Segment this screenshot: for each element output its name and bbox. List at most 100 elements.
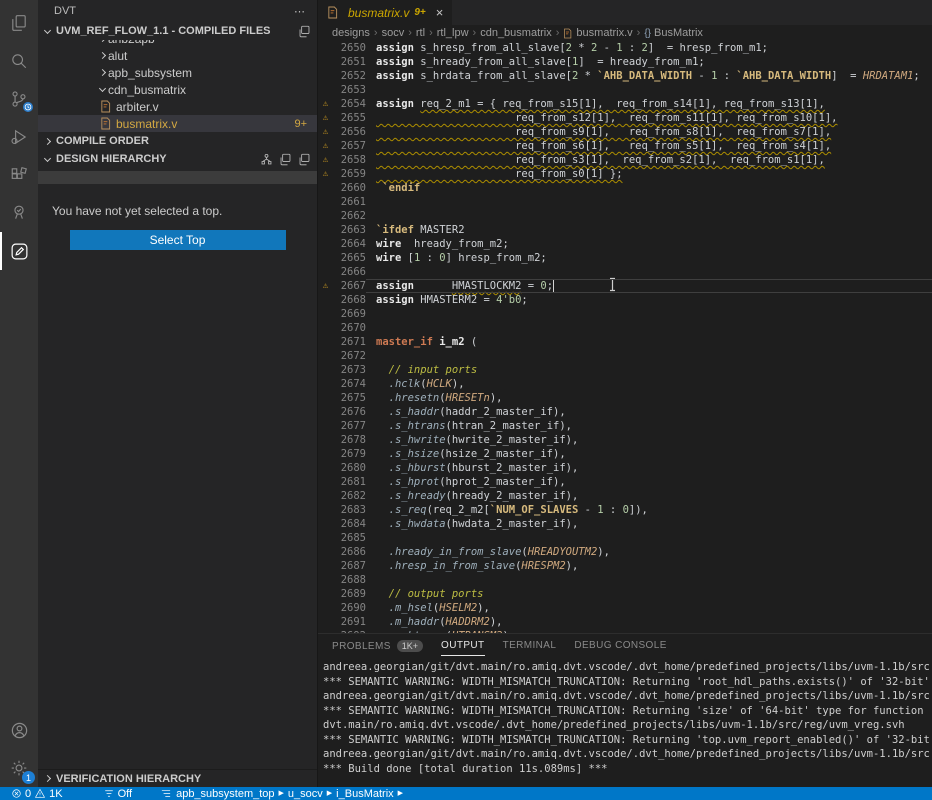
code-line-2681[interactable]: 2681 .s_hprot(hprot_2_master_if),: [318, 475, 932, 489]
code-line-2667[interactable]: ⚠2667assign HMASTLOCKM2 = 0;: [318, 279, 932, 293]
tree-item-apb_subsystem[interactable]: apb_subsystem: [38, 64, 317, 81]
dvt-edit-icon[interactable]: [0, 232, 38, 270]
breadcrumb-item-rtl[interactable]: rtl: [416, 27, 425, 39]
code-line-2670[interactable]: 2670: [318, 321, 932, 335]
filter-status[interactable]: Off: [97, 787, 138, 800]
breadcrumb-item-socv[interactable]: socv: [382, 27, 405, 39]
line-number: 2685: [333, 531, 366, 545]
copy-icon[interactable]: [279, 153, 292, 166]
code-line-2687[interactable]: 2687 .hresp_in_from_slave(HRESPM2),: [318, 559, 932, 573]
code-line-2659[interactable]: ⚠2659 req_from_s0[1] };: [318, 167, 932, 181]
hierarchy-path-item[interactable]: u_socv: [288, 788, 323, 800]
breadcrumb-label: rtl: [416, 27, 425, 39]
source-control-icon[interactable]: [0, 80, 38, 118]
panel-tabs: PROBLEMS1K+ OUTPUT TERMINAL DEBUG CONSOLE: [318, 634, 932, 659]
select-top-button[interactable]: Select Top: [70, 230, 286, 250]
line-number: 2673: [333, 363, 366, 377]
panel-tab-problems[interactable]: PROBLEMS1K+: [332, 640, 423, 656]
code-line-2679[interactable]: 2679 .s_hsize(hsize_2_master_if),: [318, 447, 932, 461]
code-line-2651[interactable]: 2651assign s_hready_from_all_slave[1] = …: [318, 55, 932, 69]
code-line-2683[interactable]: 2683 .s_req(req_2_m2[`NUM_OF_SLAVES - 1 …: [318, 503, 932, 517]
code-line-2692[interactable]: 2692 .m_htrans(HTRANSM2): [318, 629, 932, 633]
hierarchy-filter-input[interactable]: [38, 171, 317, 184]
code-line-2689[interactable]: 2689 // output ports: [318, 587, 932, 601]
code-line-2663[interactable]: 2663`ifdef MASTER2: [318, 223, 932, 237]
code-text: .s_hprot(hprot_2_master_if),: [366, 475, 932, 489]
settings-gear-icon[interactable]: 1: [0, 749, 38, 787]
breadcrumb-item-rtl_lpw[interactable]: rtl_lpw: [437, 27, 469, 39]
code-line-2685[interactable]: 2685: [318, 531, 932, 545]
gutter-spacer: [318, 391, 333, 405]
line-number: 2690: [333, 601, 366, 615]
code-line-2653[interactable]: 2653: [318, 83, 932, 97]
tree-item-alut[interactable]: alut: [38, 47, 317, 64]
code-line-2690[interactable]: 2690 .m_hsel(HSELM2),: [318, 601, 932, 615]
breadcrumb-item-designs[interactable]: designs: [332, 27, 370, 39]
code-line-2657[interactable]: ⚠2657 req_from_s6[1], req_from_s5[1], re…: [318, 139, 932, 153]
code-line-2664[interactable]: 2664wire hready_from_m2;: [318, 237, 932, 251]
breadcrumb-item-busmatrix-v[interactable]: busmatrix.v: [563, 27, 632, 39]
code-line-2675[interactable]: 2675 .hresetn(HRESETn),: [318, 391, 932, 405]
panel-tab-debug-console[interactable]: DEBUG CONSOLE: [574, 640, 666, 655]
extensions-icon[interactable]: [0, 156, 38, 194]
code-line-2658[interactable]: ⚠2658 req_from_s3[1], req_from_s2[1], re…: [318, 153, 932, 167]
code-line-2660[interactable]: 2660 `endif: [318, 181, 932, 195]
code-line-2686[interactable]: 2686 .hready_in_from_slave(HREADYOUTM2),: [318, 545, 932, 559]
code-line-2654[interactable]: ⚠2654assign req_2_m1 = { req_from_s15[1]…: [318, 97, 932, 111]
code-line-2673[interactable]: 2673 // input ports: [318, 363, 932, 377]
search-icon[interactable]: [0, 42, 38, 80]
code-line-2688[interactable]: 2688: [318, 573, 932, 587]
tree-item-cdn_busmatrix[interactable]: cdn_busmatrix: [38, 81, 317, 98]
hierarchy-path-item[interactable]: apb_subsystem_top: [176, 788, 274, 800]
code-line-2668[interactable]: 2668assign HMASTERM2 = 4'b0;: [318, 293, 932, 307]
output-console[interactable]: andreea.georgian/git/dvt.main/ro.amiq.dv…: [318, 659, 932, 787]
code-line-2669[interactable]: 2669: [318, 307, 932, 321]
hierarchy-path[interactable]: apb_subsystem_top▶u_socv▶i_BusMatrix▶: [154, 787, 409, 800]
tree-item-busmatrix-v[interactable]: busmatrix.v9+: [38, 115, 317, 132]
run-debug-icon[interactable]: [0, 118, 38, 156]
code-line-2678[interactable]: 2678 .s_hwrite(hwrite_2_master_if),: [318, 433, 932, 447]
breadcrumb-item-BusMatrix[interactable]: {}BusMatrix: [644, 27, 703, 39]
code-line-2655[interactable]: ⚠2655 req_from_s12[1], req_from_s11[1], …: [318, 111, 932, 125]
verification-hierarchy-header[interactable]: VERIFICATION HIERARCHY: [38, 769, 317, 787]
panel-tab-terminal[interactable]: TERMINAL: [503, 640, 557, 655]
code-line-2665[interactable]: 2665wire [1 : 0] hresp_from_m2;: [318, 251, 932, 265]
tree-item-arbiter-v[interactable]: arbiter.v: [38, 98, 317, 115]
collapse-all-icon[interactable]: [298, 153, 311, 166]
code-text: assign s_hresp_from_all_slave[2 * 2 - 1 …: [366, 41, 932, 55]
hierarchy-path-item[interactable]: i_BusMatrix: [336, 788, 393, 800]
code-text: .hresp_in_from_slave(HRESPM2),: [366, 559, 932, 573]
code-line-2674[interactable]: 2674 .hclk(HCLK),: [318, 377, 932, 391]
code-line-2652[interactable]: 2652assign s_hrdata_from_all_slave[2 * `…: [318, 69, 932, 83]
tab-busmatrix[interactable]: busmatrix.v 9+ ×: [318, 0, 452, 25]
code-line-2682[interactable]: 2682 .s_hready(hready_2_master_if),: [318, 489, 932, 503]
open-editors-icon[interactable]: [298, 25, 311, 38]
verification-tree-icon[interactable]: [0, 194, 38, 232]
problems-status[interactable]: 0 1K: [5, 787, 69, 800]
code-line-2661[interactable]: 2661: [318, 195, 932, 209]
account-icon[interactable]: [0, 711, 38, 749]
code-line-2684[interactable]: 2684 .s_hwdata(hwdata_2_master_if),: [318, 517, 932, 531]
gutter-spacer: [318, 531, 333, 545]
code-line-2691[interactable]: 2691 .m_haddr(HADDRM2),: [318, 615, 932, 629]
tree-item-ahb2apb[interactable]: ahb2apb: [38, 40, 317, 47]
compiled-files-header[interactable]: UVM_REF_FLOW_1.1 - COMPILED FILES: [38, 22, 317, 40]
type-hierarchy-icon[interactable]: [260, 153, 273, 166]
code-editor[interactable]: 2650assign s_hresp_from_all_slave[2 * 2 …: [318, 41, 932, 633]
code-line-2672[interactable]: 2672: [318, 349, 932, 363]
code-line-2671[interactable]: 2671master_if i_m2 (: [318, 335, 932, 349]
design-hierarchy-header[interactable]: DESIGN HIERARCHY: [38, 150, 317, 168]
explorer-icon[interactable]: [0, 4, 38, 42]
code-line-2676[interactable]: 2676 .s_haddr(haddr_2_master_if),: [318, 405, 932, 419]
code-line-2666[interactable]: 2666: [318, 265, 932, 279]
more-actions-icon[interactable]: ⋯: [294, 5, 305, 18]
breadcrumb-item-cdn_busmatrix[interactable]: cdn_busmatrix: [480, 27, 552, 39]
code-line-2650[interactable]: 2650assign s_hresp_from_all_slave[2 * 2 …: [318, 41, 932, 55]
compile-order-header[interactable]: COMPILE ORDER: [38, 132, 317, 150]
code-line-2662[interactable]: 2662: [318, 209, 932, 223]
close-icon[interactable]: ×: [436, 6, 444, 19]
code-line-2677[interactable]: 2677 .s_htrans(htran_2_master_if),: [318, 419, 932, 433]
panel-tab-output[interactable]: OUTPUT: [441, 640, 485, 656]
code-line-2656[interactable]: ⚠2656 req_from_s9[1], req_from_s8[1], re…: [318, 125, 932, 139]
code-line-2680[interactable]: 2680 .s_hburst(hburst_2_master_if),: [318, 461, 932, 475]
